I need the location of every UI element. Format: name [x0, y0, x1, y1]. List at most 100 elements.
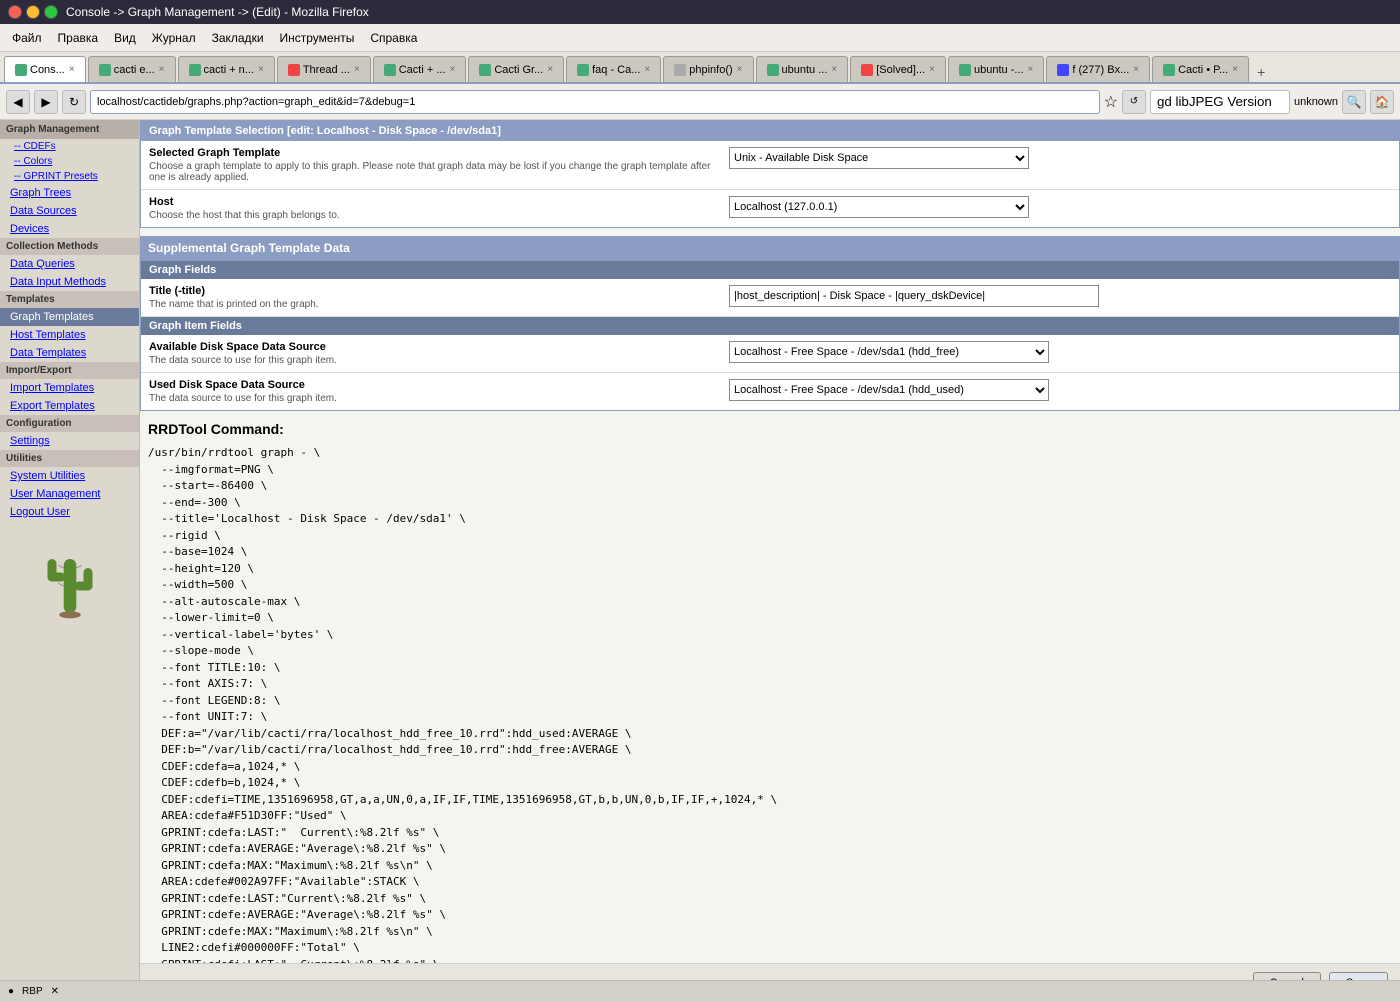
sidebar-item-data-input[interactable]: Data Input Methods [0, 273, 139, 291]
forward-button[interactable]: ▶ [34, 90, 58, 114]
tab-label-9: [Solved]... [876, 64, 925, 76]
tab-1[interactable]: cacti e... × [88, 56, 176, 82]
used-select[interactable]: Localhost - Free Space - /dev/sda1 (hdd_… [729, 379, 1049, 401]
tab-close-5[interactable]: × [547, 64, 553, 75]
sidebar-item-logout[interactable]: Logout User [0, 503, 139, 521]
sidebar-item-data-queries[interactable]: Data Queries [0, 255, 139, 273]
tab-close-9[interactable]: × [929, 64, 935, 75]
tab-label-12: Cacti • P... [1178, 64, 1228, 76]
new-tab-button[interactable]: + [1251, 62, 1271, 82]
selected-template-select[interactable]: Unix - Available Disk Space [729, 147, 1029, 169]
tab-close-4[interactable]: × [450, 64, 456, 75]
tab-10[interactable]: ubuntu -... × [948, 56, 1044, 82]
tab-8[interactable]: ubuntu ... × [756, 56, 849, 82]
tab-7[interactable]: phpinfo() × [663, 56, 753, 82]
tab-9[interactable]: [Solved]... × [850, 56, 946, 82]
available-desc: The data source to use for this graph it… [149, 355, 729, 366]
tab-5[interactable]: Cacti Gr... × [468, 56, 564, 82]
home-button[interactable]: 🏠 [1370, 90, 1394, 114]
tab-close-1[interactable]: × [159, 64, 165, 75]
menu-bookmarks[interactable]: Закладки [204, 27, 272, 49]
sidebar-item-import[interactable]: Import Templates [0, 379, 139, 397]
refresh-icon[interactable]: ↺ [1122, 90, 1146, 114]
available-disk-row: Available Disk Space Data Source The dat… [141, 335, 1399, 373]
tab-favicon-11 [1057, 64, 1069, 76]
menu-edit[interactable]: Правка [50, 27, 107, 49]
available-select[interactable]: Localhost - Free Space - /dev/sda1 (hdd_… [729, 341, 1049, 363]
host-control: Localhost (127.0.0.1) [729, 196, 1391, 218]
sidebar-item-system-utilities[interactable]: System Utilities [0, 467, 139, 485]
maximize-button[interactable] [44, 5, 58, 19]
window-titlebar: Console -> Graph Management -> (Edit) - … [0, 0, 1400, 24]
tab-close-6[interactable]: × [644, 64, 650, 75]
tab-close-0[interactable]: × [69, 64, 75, 75]
menu-help[interactable]: Справка [362, 27, 425, 49]
title-input[interactable] [729, 285, 1099, 307]
tab-close-8[interactable]: × [831, 64, 837, 75]
refresh-button[interactable]: ↻ [62, 90, 86, 114]
tab-2[interactable]: cacti + n... × [178, 56, 275, 82]
sidebar-item-host-templates[interactable]: Host Templates [0, 326, 139, 344]
sidebar-category-import-export: Import/Export [0, 362, 139, 379]
tab-close-3[interactable]: × [354, 64, 360, 75]
tab-11[interactable]: f (277) Bx... × [1046, 56, 1150, 82]
tab-close-11[interactable]: × [1133, 64, 1139, 75]
selected-template-label-area: Selected Graph Template Choose a graph t… [149, 147, 729, 183]
sidebar-item-data-templates[interactable]: Data Templates [0, 344, 139, 362]
tab-label-8: ubuntu ... [782, 64, 828, 76]
cactus-svg [35, 541, 105, 631]
search-button[interactable]: 🔍 [1342, 90, 1366, 114]
sidebar-item-graph-trees[interactable]: Graph Trees [0, 184, 139, 202]
status-text: ● [8, 986, 14, 997]
back-button[interactable]: ◀ [6, 90, 30, 114]
sidebar: Graph Management -- CDEFs -- Colors -- G… [0, 120, 140, 1002]
host-label-area: Host Choose the host that this graph bel… [149, 196, 729, 221]
sidebar-item-graph-templates[interactable]: Graph Templates [0, 308, 139, 326]
sidebar-category-collection: Collection Methods [0, 238, 139, 255]
available-control: Localhost - Free Space - /dev/sda1 (hdd_… [729, 341, 1391, 363]
sidebar-category-config: Configuration [0, 415, 139, 432]
tab-close-12[interactable]: × [1232, 64, 1238, 75]
menu-tools[interactable]: Инструменты [272, 27, 363, 49]
sidebar-item-user-management[interactable]: User Management [0, 485, 139, 503]
supplemental-section: Supplemental Graph Template Data Graph F… [140, 236, 1400, 411]
tab-close-10[interactable]: × [1028, 64, 1034, 75]
tab-favicon-10 [959, 64, 971, 76]
sidebar-top-item[interactable]: Graph Management [0, 120, 139, 139]
host-label: Host [149, 196, 729, 208]
status-close[interactable]: ✕ [51, 986, 59, 997]
used-label-area: Used Disk Space Data Source The data sou… [149, 379, 729, 404]
host-row: Host Choose the host that this graph bel… [141, 190, 1399, 227]
status-info: RBP [22, 986, 43, 997]
sidebar-item-data-sources[interactable]: Data Sources [0, 202, 139, 220]
tab-4[interactable]: Cacti + ... × [373, 56, 467, 82]
sidebar-item-cdefs[interactable]: -- CDEFs [0, 139, 139, 154]
sidebar-item-settings[interactable]: Settings [0, 432, 139, 450]
sidebar-item-gprint[interactable]: -- GPRINT Presets [0, 169, 139, 184]
menu-file[interactable]: Файл [4, 27, 50, 49]
tab-close-7[interactable]: × [737, 64, 743, 75]
selected-template-desc: Choose a graph template to apply to this… [149, 161, 729, 183]
tab-close-2[interactable]: × [258, 64, 264, 75]
tab-12[interactable]: Cacti • P... × [1152, 56, 1249, 82]
tab-0[interactable]: Cons... × [4, 56, 86, 82]
sidebar-item-devices[interactable]: Devices [0, 220, 139, 238]
tab-6[interactable]: faq - Ca... × [566, 56, 661, 82]
sidebar-item-export[interactable]: Export Templates [0, 397, 139, 415]
tab-favicon-7 [674, 64, 686, 76]
tab-favicon-2 [189, 64, 201, 76]
title-label-area: Title (-title) The name that is printed … [149, 285, 729, 310]
graph-template-selection-header: Graph Template Selection [edit: Localhos… [141, 121, 1399, 141]
tab-label-6: faq - Ca... [592, 64, 640, 76]
menu-journal[interactable]: Журнал [144, 27, 204, 49]
star-icon[interactable]: ☆ [1104, 92, 1118, 112]
address-input[interactable] [90, 90, 1100, 114]
tab-3[interactable]: Thread ... × [277, 56, 371, 82]
sidebar-item-colors[interactable]: -- Colors [0, 154, 139, 169]
menu-view[interactable]: Вид [106, 27, 144, 49]
minimize-button[interactable] [26, 5, 40, 19]
search-input[interactable] [1150, 90, 1290, 114]
close-button[interactable] [8, 5, 22, 19]
host-select[interactable]: Localhost (127.0.0.1) [729, 196, 1029, 218]
used-disk-row: Used Disk Space Data Source The data sou… [141, 373, 1399, 410]
